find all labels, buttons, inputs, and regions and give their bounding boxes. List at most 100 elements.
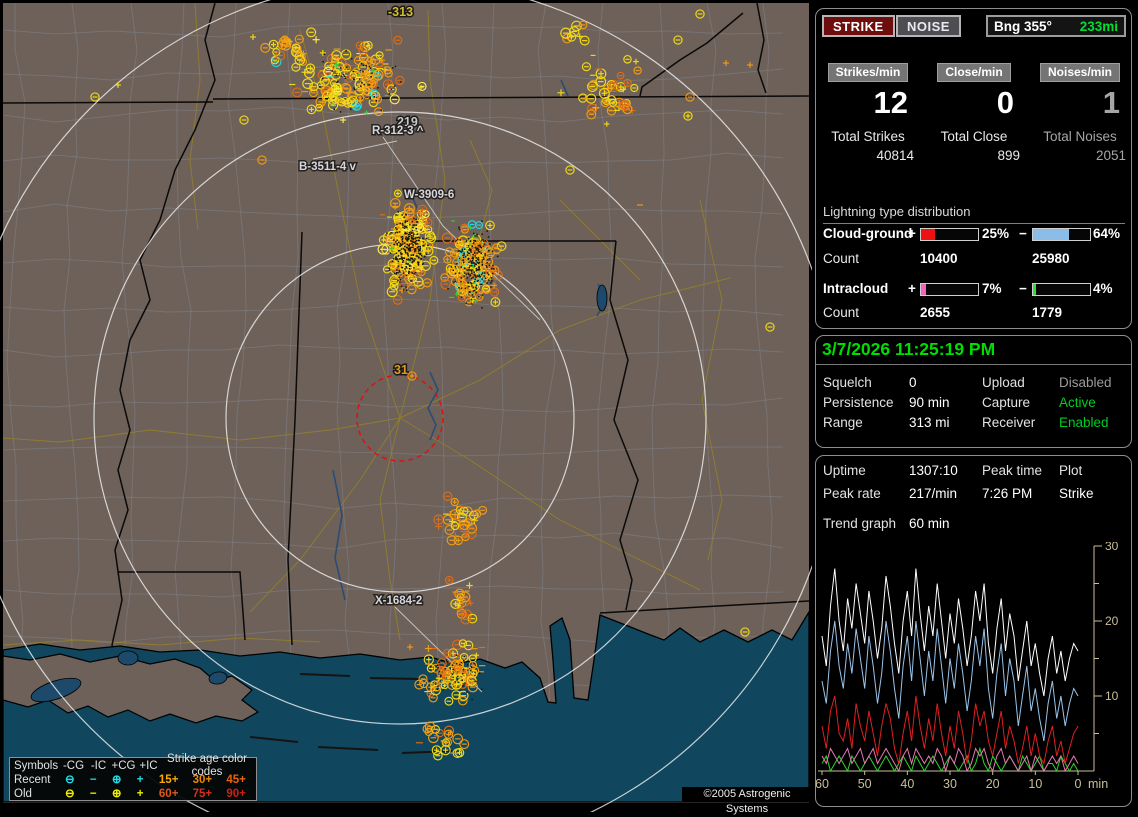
strike-speck	[481, 688, 483, 690]
strike-speck	[340, 67, 342, 69]
strike-speck	[346, 67, 348, 69]
x-tick-label: 0	[1075, 777, 1082, 791]
ic-plus-old-icon: +	[128, 788, 151, 801]
strike-speck	[396, 224, 398, 226]
strike-speck	[474, 281, 476, 283]
strike-speck	[412, 272, 414, 274]
strike-speck	[396, 253, 398, 255]
noise-display-button[interactable]: NOISE	[896, 15, 961, 37]
strike-speck	[412, 247, 414, 249]
strike-speck	[470, 274, 472, 276]
strike-speck	[437, 665, 439, 667]
strike-speck	[371, 72, 373, 74]
strike-speck	[479, 262, 481, 264]
strike-speck	[487, 272, 489, 274]
strike-speck	[389, 93, 391, 95]
strike-speck	[465, 256, 467, 258]
strike-speck	[477, 250, 479, 252]
plot-mode-value: Strike	[1059, 486, 1094, 501]
range-value: 313 mi	[909, 415, 950, 430]
intracloud-count-row: Count 2655 1779	[816, 305, 1131, 321]
strike-speck	[404, 227, 406, 229]
strike-speck	[400, 243, 402, 245]
strike-speck	[353, 71, 355, 73]
ic-plus-bar	[920, 283, 979, 296]
y-tick-label: 30	[1105, 542, 1119, 553]
strike-speck	[486, 265, 488, 267]
ic-minus-count: 1779	[1032, 305, 1062, 320]
strike-speck	[464, 272, 466, 274]
noises-rate-column: Noises/min 1 Total Noises 2051	[1030, 63, 1130, 163]
strike-speck	[475, 681, 477, 683]
strike-speck	[344, 76, 346, 78]
total-close-label: Total Close	[924, 129, 1024, 144]
strikes-per-min-value: 12	[818, 87, 918, 120]
strike-speck	[479, 245, 481, 247]
strike-speck	[402, 236, 404, 238]
cg-minus-percent: 64%	[1093, 226, 1120, 241]
strike-speck	[455, 281, 457, 283]
strike-speck	[460, 281, 462, 283]
strike-speck	[322, 78, 324, 80]
peak-rate-row: Peak rate 217/min 7:26 PM Strike	[816, 486, 1131, 504]
strike-speck	[413, 242, 415, 244]
strike-speck	[361, 63, 363, 65]
strike-speck	[481, 253, 483, 255]
strike-speck	[405, 236, 407, 238]
strike-speck	[407, 237, 409, 239]
strike-speck	[475, 287, 477, 289]
strike-speck	[479, 276, 481, 278]
strike-speck	[487, 259, 489, 261]
strike-speck	[489, 265, 491, 267]
strike-speck	[484, 243, 486, 245]
strike-speck	[468, 282, 470, 284]
trend-series--CG	[822, 621, 1078, 741]
strike-speck	[406, 266, 408, 268]
strike-speck	[408, 245, 410, 247]
upload-status: Disabled	[1059, 375, 1112, 390]
strike-speck	[409, 243, 411, 245]
cloud-ground-label: Cloud-ground	[823, 226, 912, 241]
strike-speck	[491, 277, 493, 279]
strike-speck	[418, 253, 420, 255]
strike-speck	[468, 269, 470, 271]
strike-speck	[479, 275, 481, 277]
strike-speck	[396, 240, 398, 242]
strike-speck	[489, 243, 491, 245]
strike-speck	[398, 242, 400, 244]
strike-speck	[322, 61, 324, 63]
strike-speck	[409, 224, 411, 226]
strike-speck	[476, 235, 478, 237]
strike-display-button[interactable]: STRIKE	[822, 15, 895, 37]
strike-speck	[400, 223, 402, 225]
strike-speck	[401, 286, 403, 288]
noises-per-min-badge: Noises/min	[1040, 63, 1120, 82]
uptime-label: Uptime	[823, 463, 866, 478]
strike-speck	[413, 238, 415, 240]
strike-speck	[475, 240, 477, 242]
strike-speck	[463, 254, 465, 256]
strike-speck	[445, 668, 447, 670]
strike-speck	[337, 81, 339, 83]
strike-speck	[407, 254, 409, 256]
strike-speck	[483, 259, 485, 261]
persistence-label: Persistence	[823, 395, 894, 410]
strike-speck	[353, 88, 355, 90]
strike-speck	[393, 258, 395, 260]
strike-speck	[376, 100, 378, 102]
strike-speck	[406, 290, 408, 292]
strike-speck	[484, 255, 486, 257]
strike-speck	[481, 261, 483, 263]
minus-sign: −	[1019, 226, 1027, 241]
strike-speck	[413, 235, 415, 237]
strike-speck	[468, 253, 470, 255]
legend-col-plus-cg: +CG	[111, 760, 136, 773]
strike-speck	[399, 231, 401, 233]
strike-speck	[402, 227, 404, 229]
strike-speck	[332, 70, 334, 72]
strike-speck	[488, 250, 490, 252]
strike-speck	[479, 284, 481, 286]
strike-speck	[360, 70, 362, 72]
strike-speck	[476, 268, 478, 270]
strike-speck	[477, 276, 479, 278]
